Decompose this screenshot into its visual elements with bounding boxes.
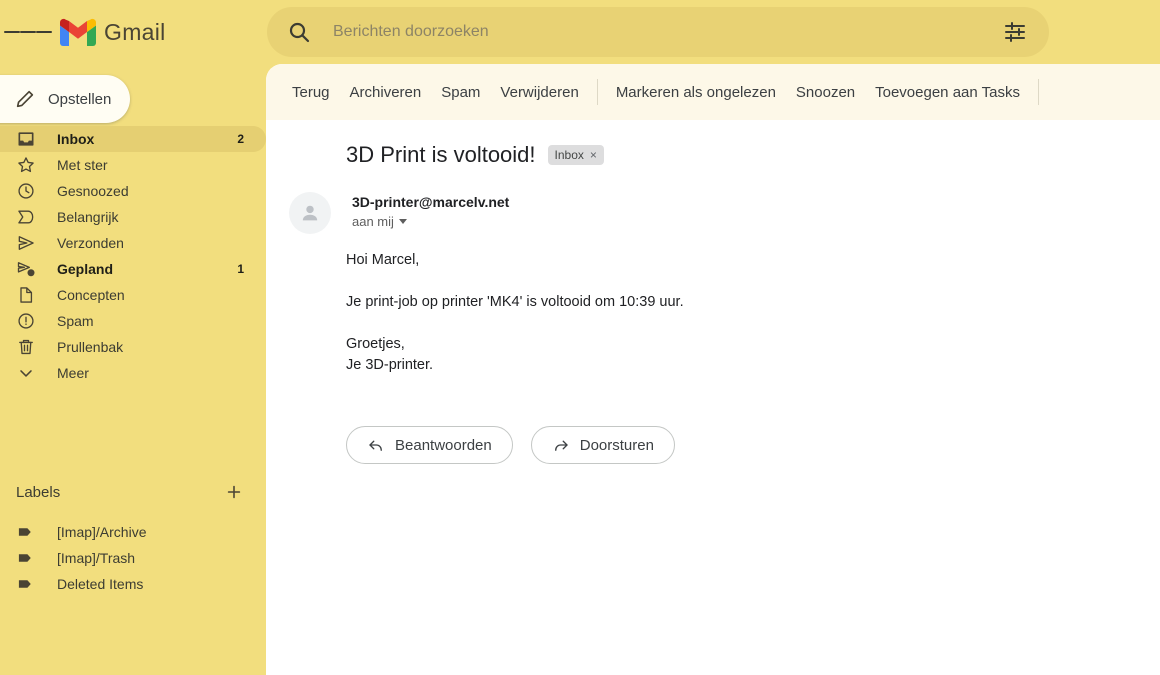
sender-meta: 3D-printer@marcelv.net aan mij: [352, 192, 509, 229]
avatar: [289, 192, 331, 234]
sidebar-item-verzonden[interactable]: Verzonden: [0, 230, 266, 256]
message-body: Hoi Marcel, Je print-job op printer 'MK4…: [346, 252, 684, 373]
sidebar-item-belangrijk[interactable]: Belangrijk: [0, 204, 266, 230]
labels-list: [Imap]/Archive [Imap]/Trash Deleted Item…: [0, 519, 266, 597]
message-actions: Beantwoorden Doorsturen: [346, 426, 1136, 464]
subject-row: 3D Print is voltooid! Inbox ×: [346, 142, 1136, 168]
toolbar-button-toevoegen-aan-tasks[interactable]: Toevoegen aan Tasks: [865, 78, 1030, 107]
sidebar-item-label: Belangrijk: [57, 209, 119, 225]
label-tag-icon: [18, 554, 31, 562]
sidebar-item-label: Spam: [57, 313, 94, 329]
sidebar-item-spam[interactable]: Spam: [0, 308, 266, 334]
sidebar-nav: Inbox 2 Met ster Gesnoozed Belangrijk Ve…: [0, 126, 266, 386]
toolbar-divider: [596, 79, 598, 105]
sidebar-label-deleted-items[interactable]: Deleted Items: [0, 571, 266, 597]
chevron-down-icon: [398, 219, 407, 224]
sidebar-item-label: Prullenbak: [57, 339, 124, 355]
message-subject: 3D Print is voltooid!: [346, 142, 536, 167]
sidebar-item-inbox[interactable]: Inbox 2: [0, 126, 266, 152]
gmail-app-window: Gmail Opstellen: [0, 0, 1160, 675]
send-icon: [18, 236, 34, 250]
search-bar[interactable]: [267, 7, 1049, 57]
sidebar-item-concepten[interactable]: Concepten: [0, 282, 266, 308]
sidebar-item-label: Inbox: [57, 131, 95, 147]
sidebar-item-label: Meer: [57, 365, 89, 381]
sidebar-item-gesnoozed[interactable]: Gesnoozed: [0, 178, 266, 204]
chevron-down-icon: [20, 370, 32, 377]
gmail-m-logo-icon: [60, 18, 96, 46]
sidebar-label-imap-archive[interactable]: [Imap]/Archive: [0, 519, 266, 545]
sidebar-item-met-ster[interactable]: Met ster: [0, 152, 266, 178]
toolbar-button-terug[interactable]: Terug: [282, 78, 340, 107]
top-bar: Gmail: [0, 0, 1160, 64]
forward-arrow-icon: [554, 440, 568, 451]
forward-button-label: Doorsturen: [579, 436, 654, 454]
sidebar-item-label: Gesnoozed: [57, 183, 129, 199]
toolbar-button-archiveren[interactable]: Archiveren: [340, 78, 432, 107]
scheduled-icon: [17, 262, 35, 277]
reply-button-label: Beantwoorden: [395, 436, 492, 454]
toolbar-button-markeren-als-ongelezen[interactable]: Markeren als ongelezen: [606, 78, 786, 107]
toolbar-button-spam[interactable]: Spam: [431, 78, 490, 107]
sidebar-item-gepland[interactable]: Gepland 1: [0, 256, 266, 282]
sidebar-item-meer[interactable]: Meer: [0, 360, 266, 386]
reply-arrow-icon: [369, 440, 382, 451]
reply-button[interactable]: Beantwoorden: [346, 426, 513, 464]
toolbar-divider: [1037, 79, 1039, 105]
sidebar-item-count: 2: [237, 132, 244, 146]
hamburger-bar: [4, 31, 20, 33]
sender-address: 3D-printer@marcelv.net: [352, 194, 510, 210]
sidebar-item-label: Verzonden: [57, 235, 124, 251]
important-icon: [18, 210, 34, 224]
recipient-label: aan mij: [352, 214, 394, 229]
label-tag-icon: [18, 528, 31, 536]
gmail-brand[interactable]: Gmail: [60, 18, 166, 46]
pencil-icon: [16, 90, 34, 108]
toolbar-button-snoozen[interactable]: Snoozen: [786, 78, 865, 107]
sidebar-item-prullenbak[interactable]: Prullenbak: [0, 334, 266, 360]
labels-header: Labels: [0, 479, 266, 505]
hamburger-menu-icon[interactable]: [4, 8, 52, 56]
label-chip-inbox[interactable]: Inbox ×: [547, 145, 604, 165]
toolbar-button-verwijderen[interactable]: Verwijderen: [490, 78, 588, 107]
label-tag-icon: [18, 580, 31, 588]
draft-icon: [20, 287, 33, 303]
search-icon: [289, 22, 310, 43]
labels-title: Labels: [16, 483, 61, 501]
hamburger-bar: [20, 31, 36, 33]
forward-button[interactable]: Doorsturen: [530, 426, 675, 464]
star-icon: [18, 157, 34, 173]
compose-label: Opstellen: [48, 90, 112, 108]
trash-icon: [19, 339, 33, 355]
tune-filter-icon[interactable]: [1003, 20, 1027, 44]
sidebar: Opstellen Inbox 2 Met ster Gesnoozed Bel…: [0, 64, 266, 675]
message-toolbar: Terug Archiveren Spam Verwijderen Marker…: [266, 64, 1160, 120]
close-icon[interactable]: ×: [590, 148, 597, 162]
content-panel: Terug Archiveren Spam Verwijderen Marker…: [266, 64, 1160, 675]
plus-icon[interactable]: [224, 482, 244, 502]
recipient-toggle[interactable]: aan mij: [352, 214, 509, 229]
sidebar-label-text: [Imap]/Trash: [57, 550, 136, 566]
sidebar-label-text: Deleted Items: [57, 576, 144, 592]
sidebar-item-label: Gepland: [57, 261, 114, 277]
label-chip-text: Inbox: [554, 148, 584, 162]
sender-row: 3D-printer@marcelv.net aan mij: [272, 192, 1136, 234]
sidebar-item-count: 1: [237, 262, 244, 276]
clock-icon: [18, 183, 34, 199]
sidebar-item-label: Met ster: [57, 157, 108, 173]
sidebar-item-label: Concepten: [57, 287, 125, 303]
compose-button[interactable]: Opstellen: [0, 75, 130, 123]
message-view: 3D Print is voltooid! Inbox × 3D-printer…: [266, 142, 1160, 464]
sidebar-label-text: [Imap]/Archive: [57, 524, 147, 540]
person-avatar-icon: [302, 205, 318, 221]
search-input[interactable]: [333, 23, 1003, 41]
sidebar-label-imap-trash[interactable]: [Imap]/Trash: [0, 545, 266, 571]
inbox-icon: [18, 132, 34, 146]
spam-icon: [18, 313, 34, 329]
brand-title: Gmail: [104, 18, 166, 45]
hamburger-bar: [36, 31, 52, 33]
